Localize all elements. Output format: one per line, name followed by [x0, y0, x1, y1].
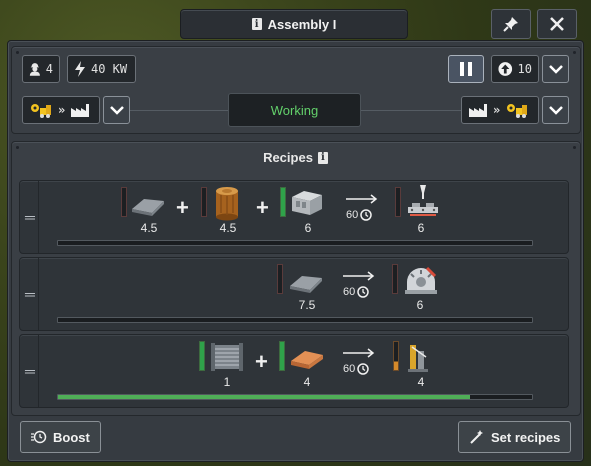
- wood-icon: [216, 187, 238, 221]
- electronics-icon: [408, 345, 428, 372]
- input-logistics-chip[interactable]: »: [22, 96, 100, 124]
- arrow-right-icon: [346, 194, 378, 204]
- plus-sign: +: [255, 349, 268, 374]
- input-buffer-gauge: [279, 341, 285, 371]
- duration-value: 60: [343, 363, 356, 375]
- input-amount: 4.5: [219, 221, 237, 235]
- info-icon[interactable]: i: [317, 151, 328, 164]
- workers-chip[interactable]: 4: [22, 55, 60, 83]
- priority-dropdown-button[interactable]: [542, 55, 569, 83]
- chevron-down-icon: [548, 65, 563, 74]
- output-buffer-gauge: [395, 187, 401, 217]
- window-title: Assembly I: [267, 16, 337, 32]
- steel-plate-icon: [290, 276, 322, 293]
- pause-icon: [460, 62, 472, 76]
- input-amount: 4.5: [140, 221, 158, 235]
- duration-value: 60: [343, 286, 356, 298]
- drag-handle-icon[interactable]: ═: [24, 287, 36, 301]
- recipe-progress-bar: [57, 240, 533, 246]
- output-amount: 4: [417, 375, 425, 389]
- set-recipes-button[interactable]: Set recipes: [458, 421, 572, 453]
- workers-count: 4: [45, 62, 53, 76]
- lightning-icon: [75, 61, 85, 77]
- copper-plate-icon: [291, 351, 323, 369]
- concrete-block-icon: [292, 191, 322, 215]
- arrow-right-icon: [343, 271, 375, 281]
- recipe-duration: 60: [346, 209, 372, 221]
- priority-value: 10: [517, 62, 532, 76]
- priority-up-icon: [498, 62, 513, 76]
- mechanical-parts-icon: [405, 266, 437, 294]
- input-buffer-gauge: [121, 187, 127, 217]
- output-logistics-chip[interactable]: »: [461, 96, 539, 124]
- close-button[interactable]: [537, 9, 577, 39]
- duration-value: 60: [346, 209, 359, 221]
- set-recipes-label: Set recipes: [491, 429, 561, 445]
- recipe-progress-bar: [57, 394, 533, 400]
- magic-wand-icon: [470, 430, 483, 444]
- output-buffer-gauge: [393, 341, 399, 371]
- clock-icon: [360, 209, 372, 221]
- boost-icon: [31, 430, 47, 444]
- input-amount: 6: [304, 221, 312, 235]
- input-buffer-gauge: [199, 341, 205, 371]
- recipe-duration: 60: [343, 286, 369, 298]
- input-amount: 4: [303, 375, 311, 389]
- recipe-row[interactable]: ═ 4.5 + 4.5 + 6 60 6: [19, 180, 569, 254]
- pin-icon: [503, 17, 518, 32]
- boost-button[interactable]: Boost: [20, 421, 101, 453]
- priority-chip[interactable]: 10: [491, 55, 539, 83]
- iron-spool-icon: [211, 343, 243, 371]
- input-buffer-gauge: [280, 187, 286, 217]
- pause-button[interactable]: [448, 55, 484, 83]
- input-amount: 7.5: [298, 298, 316, 312]
- status-text: Working: [270, 102, 319, 118]
- clock-icon: [357, 286, 369, 298]
- truck-gear-icon: [31, 104, 51, 118]
- recipe-row[interactable]: ═ 7.5 60 6: [19, 257, 569, 331]
- plus-sign: +: [176, 195, 189, 220]
- worker-icon: [29, 63, 40, 76]
- truck-gear-icon: [507, 104, 528, 118]
- recipes-heading: Recipes i: [0, 150, 591, 165]
- recipe-row[interactable]: ═ 1 + 4 60 4: [19, 334, 569, 408]
- clock-icon: [357, 363, 369, 375]
- input-buffer-gauge: [201, 187, 207, 217]
- steel-plate-icon: [132, 199, 164, 216]
- info-icon[interactable]: i: [251, 18, 262, 30]
- recipes-title: Recipes: [263, 150, 313, 165]
- boost-label: Boost: [53, 429, 90, 445]
- output-amount: 6: [417, 221, 425, 235]
- plus-sign: +: [256, 195, 269, 220]
- factory-icon: [71, 104, 90, 117]
- pin-button[interactable]: [491, 9, 531, 39]
- chevron-down-icon: [548, 106, 563, 115]
- arrow-right-icon: [343, 348, 375, 358]
- recipe-progress-bar: [57, 317, 533, 323]
- input-amount: 1: [223, 375, 231, 389]
- factory-icon: [469, 104, 487, 117]
- output-logistics-dropdown[interactable]: [542, 96, 569, 124]
- power-value: 40 KW: [91, 62, 128, 76]
- power-chip[interactable]: 40 KW: [67, 55, 136, 83]
- input-logistics-dropdown[interactable]: [103, 96, 130, 124]
- status-indicator: Working: [228, 93, 361, 127]
- construction-parts-icon: [408, 185, 438, 216]
- output-amount: 6: [416, 298, 424, 312]
- chevron-down-icon: [109, 106, 124, 115]
- window-title-bar[interactable]: i Assembly I: [180, 9, 408, 39]
- drag-handle-icon[interactable]: ═: [24, 210, 36, 224]
- input-buffer-gauge: [277, 264, 283, 294]
- output-buffer-gauge: [392, 264, 398, 294]
- close-icon: [550, 17, 564, 31]
- recipe-duration: 60: [343, 363, 369, 375]
- drag-handle-icon[interactable]: ═: [24, 364, 36, 378]
